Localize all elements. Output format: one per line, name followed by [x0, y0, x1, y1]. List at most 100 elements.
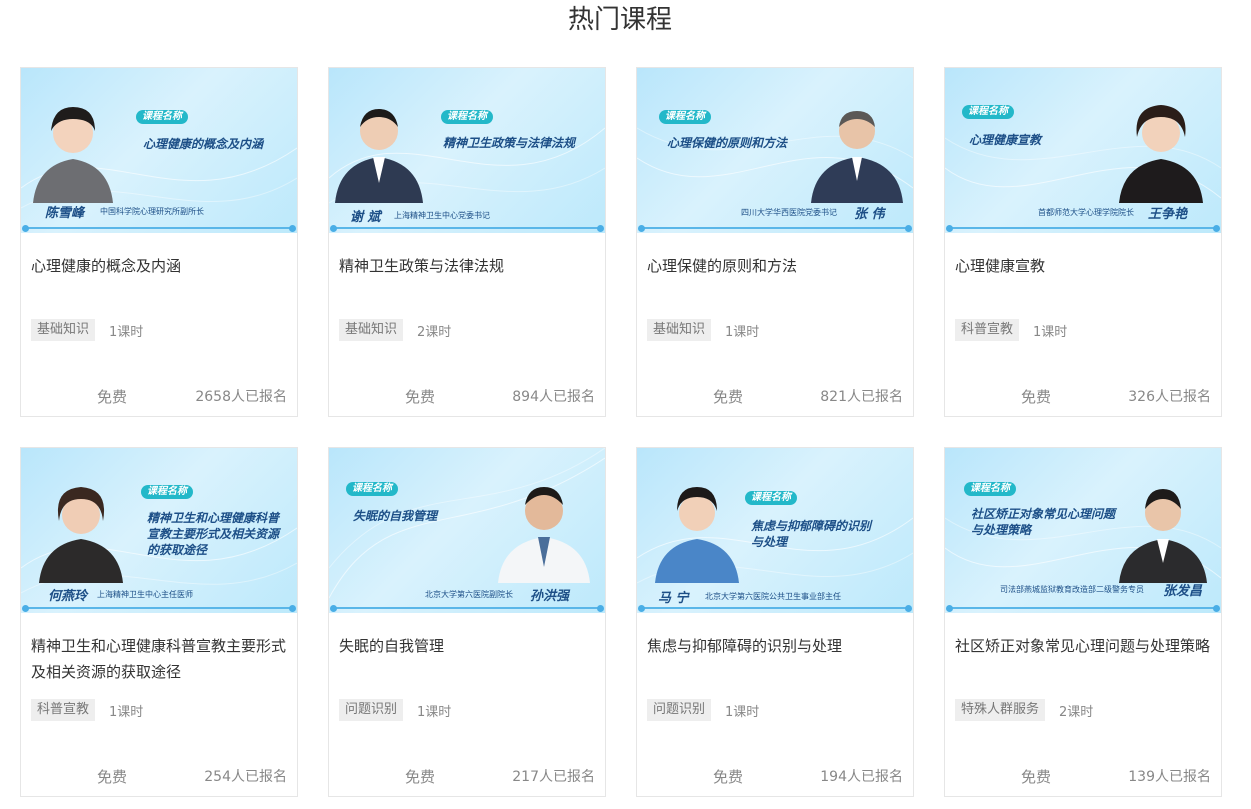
lecturer-portrait — [1111, 91, 1211, 203]
lecturer-name: 谢 斌 — [350, 210, 381, 225]
course-title[interactable]: 失眠的自我管理 — [339, 633, 595, 659]
banner-dot — [946, 605, 953, 612]
course-meta: 科普宣教 1课时 — [955, 319, 1067, 341]
lecturer-title: 司法部燕城监狱教育改造部二级警务专员 — [1000, 585, 1144, 594]
banner-line — [333, 607, 601, 609]
course-banner[interactable]: 课程名称 精神卫生和心理健康科普 宣教主要形式及相关资源 的获取途径 何燕玲 上… — [21, 448, 297, 613]
course-title[interactable]: 精神卫生和心理健康科普宣教主要形式及相关资源的获取途径 — [31, 633, 287, 685]
course-card[interactable]: 课程名称 社区矫正对象常见心理问题 与处理策略 司法部燕城监狱教育改造部二级警务… — [944, 447, 1222, 797]
course-tag-badge: 课程名称 — [441, 110, 493, 124]
course-card[interactable]: 课程名称 精神卫生政策与法律法规 谢 斌 上海精神卫生中心党委书记 精神卫生政策… — [328, 67, 606, 417]
course-card[interactable]: 课程名称 心理健康的概念及内涵 陈雪峰 中国科学院心理研究所副所长 心理健康的概… — [20, 67, 298, 417]
course-price: 免费 — [405, 388, 436, 406]
category-tag: 基础知识 — [31, 319, 96, 341]
banner-line — [949, 607, 1217, 609]
course-tag-badge: 课程名称 — [964, 482, 1016, 496]
banner-dot — [330, 225, 337, 232]
enrollment-count: 217人已报名 — [512, 769, 595, 785]
banner-course-title: 心理健康的概念及内涵 — [143, 137, 264, 151]
lecturer-name: 陈雪峰 — [45, 206, 85, 221]
course-tag-badge: 课程名称 — [659, 110, 711, 124]
course-price: 免费 — [713, 768, 744, 786]
lecturer-title: 上海精神卫生中心主任医师 — [97, 590, 193, 599]
course-banner[interactable]: 课程名称 焦虑与抑郁障碍的识别 与处理 马 宁 北京大学第六医院公共卫生事业部主… — [637, 448, 913, 613]
banner-dot — [638, 605, 645, 612]
course-duration: 1课时 — [725, 704, 760, 720]
lecturer-portrait — [31, 471, 131, 583]
category-tag: 科普宣教 — [955, 319, 1020, 341]
course-title[interactable]: 心理健康宣教 — [955, 253, 1211, 279]
banner-dot — [638, 225, 645, 232]
course-duration: 2课时 — [417, 324, 452, 340]
banner-course-title: 失眠的自我管理 — [353, 509, 438, 523]
lecturer-portrait — [494, 471, 594, 583]
course-card[interactable]: 课程名称 精神卫生和心理健康科普 宣教主要形式及相关资源 的获取途径 何燕玲 上… — [20, 447, 298, 797]
banner-dot — [22, 225, 29, 232]
course-title[interactable]: 社区矫正对象常见心理问题与处理策略 — [955, 633, 1211, 659]
category-tag: 科普宣教 — [31, 699, 96, 721]
banner-line — [641, 607, 909, 609]
lecturer-portrait — [807, 91, 907, 203]
lecturer-title: 上海精神卫生中心党委书记 — [394, 211, 490, 220]
course-tag-badge: 课程名称 — [962, 105, 1014, 119]
enrollment-count: 139人已报名 — [1128, 769, 1211, 785]
lecturer-portrait — [647, 471, 747, 583]
course-tag-badge: 课程名称 — [745, 491, 797, 505]
lecturer-name: 张发昌 — [1163, 584, 1203, 599]
course-price: 免费 — [713, 388, 744, 406]
lecturer-portrait — [1113, 471, 1213, 583]
course-card[interactable]: 课程名称 心理保健的原则和方法 四川大学华西医院党委书记 张 伟 心理保健的原则… — [636, 67, 914, 417]
banner-dot — [289, 605, 296, 612]
course-title[interactable]: 心理保健的原则和方法 — [647, 253, 903, 279]
course-duration: 1课时 — [417, 704, 452, 720]
course-card[interactable]: 课程名称 心理健康宣教 首都师范大学心理学院院长 王争艳 心理健康宣教 科普宣教… — [944, 67, 1222, 417]
banner-course-title: 精神卫生政策与法律法规 — [443, 136, 576, 150]
course-title[interactable]: 焦虑与抑郁障碍的识别与处理 — [647, 633, 903, 659]
section-title: 热门课程 — [567, 5, 672, 35]
course-grid: 课程名称 心理健康的概念及内涵 陈雪峰 中国科学院心理研究所副所长 心理健康的概… — [20, 67, 1222, 797]
banner-course-title: 社区矫正对象常见心理问题 与处理策略 — [971, 507, 1116, 537]
enrollment-count: 821人已报名 — [820, 389, 903, 405]
course-card[interactable]: 课程名称 焦虑与抑郁障碍的识别 与处理 马 宁 北京大学第六医院公共卫生事业部主… — [636, 447, 914, 797]
banner-dot — [905, 225, 912, 232]
banner-dot — [597, 605, 604, 612]
course-meta: 问题识别 1课时 — [647, 699, 759, 721]
category-tag: 基础知识 — [647, 319, 712, 341]
lecturer-name: 张 伟 — [854, 207, 885, 222]
banner-dot — [1213, 225, 1220, 232]
banner-dot — [597, 225, 604, 232]
category-tag: 特殊人群服务 — [955, 699, 1046, 721]
banner-dot — [1213, 605, 1220, 612]
course-banner[interactable]: 课程名称 社区矫正对象常见心理问题 与处理策略 司法部燕城监狱教育改造部二级警务… — [945, 448, 1221, 613]
lecturer-title: 北京大学第六医院副院长 — [425, 590, 513, 599]
course-banner[interactable]: 课程名称 心理保健的原则和方法 四川大学华西医院党委书记 张 伟 — [637, 68, 913, 233]
lecturer-portrait — [23, 91, 123, 203]
course-meta: 基础知识 1课时 — [31, 319, 143, 341]
course-meta: 基础知识 1课时 — [647, 319, 759, 341]
course-banner[interactable]: 课程名称 精神卫生政策与法律法规 谢 斌 上海精神卫生中心党委书记 — [329, 68, 605, 233]
course-price: 免费 — [1021, 768, 1052, 786]
banner-dot — [289, 225, 296, 232]
course-duration: 1课时 — [109, 704, 144, 720]
course-banner[interactable]: 课程名称 心理健康宣教 首都师范大学心理学院院长 王争艳 — [945, 68, 1221, 233]
course-price: 免费 — [405, 768, 436, 786]
banner-line — [333, 227, 601, 229]
course-tag-badge: 课程名称 — [346, 482, 398, 496]
course-title[interactable]: 精神卫生政策与法律法规 — [339, 253, 595, 279]
lecturer-portrait — [329, 91, 429, 203]
enrollment-count: 254人已报名 — [204, 769, 287, 785]
lecturer-name: 何燕玲 — [48, 589, 88, 604]
lecturer-name: 王争艳 — [1148, 207, 1188, 222]
course-title[interactable]: 心理健康的概念及内涵 — [31, 253, 287, 279]
lecturer-title: 中国科学院心理研究所副所长 — [100, 207, 204, 216]
banner-course-title: 心理保健的原则和方法 — [667, 136, 788, 150]
course-banner[interactable]: 课程名称 心理健康的概念及内涵 陈雪峰 中国科学院心理研究所副所长 — [21, 68, 297, 233]
banner-line — [949, 227, 1217, 229]
course-banner[interactable]: 课程名称 失眠的自我管理 北京大学第六医院副院长 孙洪强 — [329, 448, 605, 613]
enrollment-count: 194人已报名 — [820, 769, 903, 785]
course-duration: 2课时 — [1059, 704, 1094, 720]
course-card[interactable]: 课程名称 失眠的自我管理 北京大学第六医院副院长 孙洪强 失眠的自我管理 问题识… — [328, 447, 606, 797]
course-duration: 1课时 — [725, 324, 760, 340]
course-meta: 问题识别 1课时 — [339, 699, 451, 721]
banner-line — [25, 227, 293, 229]
